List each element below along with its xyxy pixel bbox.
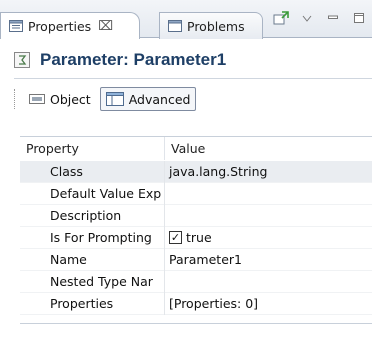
table-row[interactable]: Name Parameter1 [20,248,372,271]
pin-icon[interactable] [272,9,290,27]
property-value[interactable] [164,182,372,205]
checkbox-label: true [186,230,212,245]
properties-icon [9,20,23,32]
table-row[interactable]: Properties [Properties: 0] [20,292,372,315]
tab-object[interactable]: Object [24,87,96,111]
table-row[interactable]: Default Value Exp [20,182,372,205]
toolbar-grip [14,89,16,109]
advanced-icon [105,92,124,106]
close-icon[interactable]: ⌧ [98,19,113,34]
column-header-property[interactable]: Property [20,141,164,156]
property-name: Properties [50,296,114,311]
view-toolbar [272,9,368,27]
page-title: Parameter: Parameter1 [40,50,227,69]
page-header: Parameter: Parameter1 [0,44,372,76]
table-header: Property Value [20,137,372,160]
object-icon [29,94,45,104]
tab-object-label: Object [50,91,91,107]
property-name: Description [50,208,122,223]
property-value[interactable]: ✓ true [164,226,372,249]
table-row[interactable]: Class java.lang.String [20,160,372,183]
parameter-icon [14,52,30,68]
tab-properties-label: Properties [28,18,92,34]
tab-problems[interactable]: Problems [159,12,263,39]
properties-table: Property Value Class java.lang.String De… [20,136,372,324]
tab-problems-label: Problems [187,18,245,34]
problems-icon [168,20,182,32]
tab-advanced-label: Advanced [128,91,191,107]
title-divider [14,78,372,79]
property-name: Nested Type Nar [50,274,153,289]
property-value[interactable]: [Properties: 0] [164,292,372,315]
chevron-down-icon[interactable] [298,9,316,27]
column-header-value[interactable]: Value [164,137,372,160]
property-value[interactable] [164,270,372,293]
property-name: Name [50,252,87,267]
tab-advanced[interactable]: Advanced [99,87,197,111]
prompting-checkbox[interactable]: ✓ [169,231,182,244]
table-row[interactable]: Nested Type Nar [20,270,372,293]
table-row[interactable]: Description [20,204,372,227]
tab-properties[interactable]: Properties ⌧ [0,12,140,39]
property-name: Class [50,164,83,179]
property-name: Default Value Exp [50,186,162,201]
maximize-icon[interactable] [350,9,368,27]
table-row[interactable]: Is For Prompting ✓ true [20,226,372,249]
property-value[interactable] [164,204,372,227]
property-name: Is For Prompting [50,230,152,245]
property-value[interactable]: java.lang.String [164,160,372,183]
minimize-icon[interactable] [324,9,342,27]
property-value[interactable]: Parameter1 [164,248,372,271]
section-tabs: Object Advanced [14,86,197,112]
view-tab-bar: Properties ⌧ Problems [0,0,372,39]
